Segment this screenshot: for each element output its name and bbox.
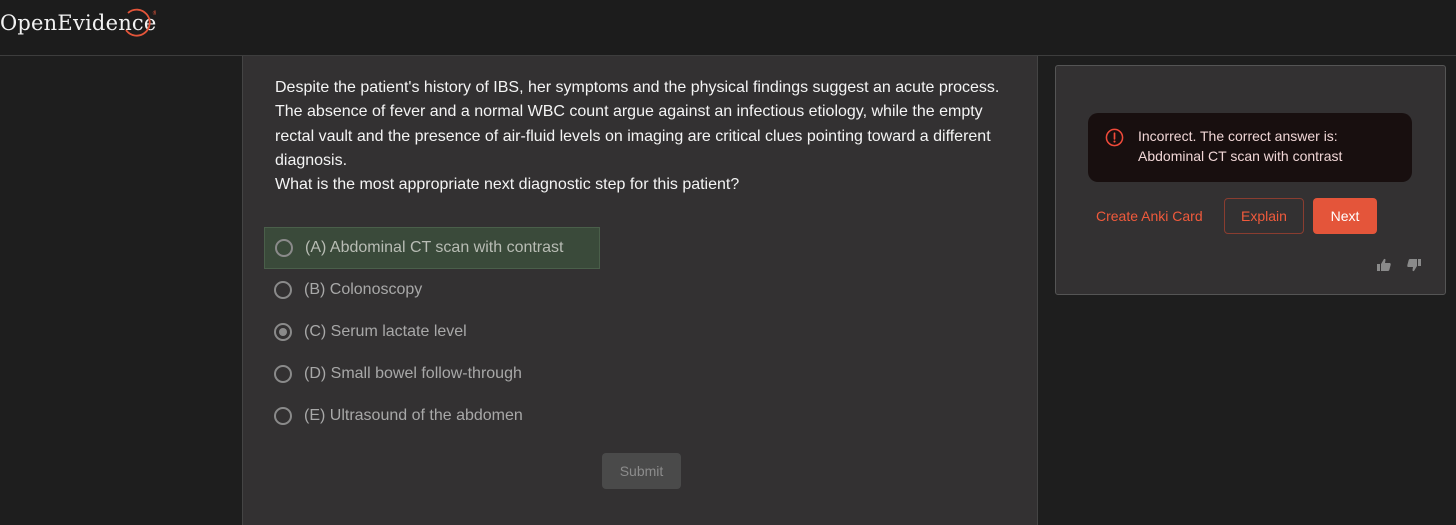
alert-message: Incorrect. The correct answer is: Abdomi…: [1138, 128, 1343, 164]
create-anki-card-button[interactable]: Create Anki Card: [1096, 208, 1203, 224]
option-label: (E) Ultrasound of the abdomen: [304, 407, 523, 424]
option-label: (C) Serum lactate level: [304, 323, 467, 340]
answer-option-e[interactable]: (E) Ultrasound of the abdomen: [264, 395, 523, 437]
incorrect-alert: Incorrect. The correct answer is: Abdomi…: [1088, 113, 1412, 182]
next-button[interactable]: Next: [1313, 198, 1377, 234]
radio-selected-icon[interactable]: [274, 323, 292, 341]
radio-icon[interactable]: [275, 239, 293, 257]
option-label: (D) Small bowel follow-through: [304, 365, 522, 382]
answer-option-b[interactable]: (B) Colonoscopy: [264, 269, 422, 311]
question-stem: Despite the patient's history of IBS, he…: [275, 76, 1015, 197]
answer-option-d[interactable]: (D) Small bowel follow-through: [264, 353, 522, 395]
question-panel: Despite the patient's history of IBS, he…: [242, 56, 1038, 525]
question-prompt: What is the most appropriate next diagno…: [275, 176, 740, 194]
option-label: (B) Colonoscopy: [304, 281, 423, 298]
radio-icon[interactable]: [274, 407, 292, 425]
option-label: (A) Abdominal CT scan with contrast: [305, 239, 564, 256]
top-bar: OpenEvidence ®: [0, 0, 1456, 56]
logo[interactable]: OpenEvidence ®: [0, 6, 157, 40]
feedback-card: Incorrect. The correct answer is: Abdomi…: [1055, 65, 1446, 295]
radio-icon[interactable]: [274, 365, 292, 383]
explain-button[interactable]: Explain: [1224, 198, 1304, 234]
submit-button[interactable]: Submit: [602, 453, 681, 489]
answer-option-c[interactable]: (C) Serum lactate level: [264, 311, 467, 353]
left-blank-area: [0, 56, 242, 525]
error-circle-icon: [1105, 128, 1124, 147]
thumbs-up-icon[interactable]: [1376, 257, 1392, 273]
trademark-mark: ®: [152, 10, 156, 17]
radio-icon[interactable]: [274, 281, 292, 299]
radio-dot: [279, 328, 287, 336]
answer-option-a[interactable]: (A) Abdominal CT scan with contrast: [264, 227, 600, 269]
logo-ring-icon: ®: [125, 8, 156, 37]
question-paragraph: Despite the patient's history of IBS, he…: [275, 79, 1000, 169]
thumbs-down-icon[interactable]: [1406, 257, 1422, 273]
